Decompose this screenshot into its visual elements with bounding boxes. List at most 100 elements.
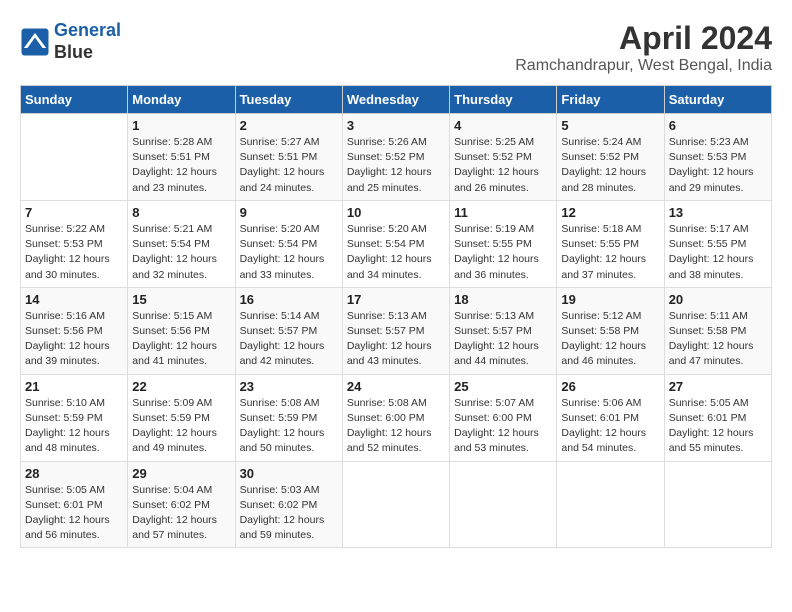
calendar-week-row: 21 Sunrise: 5:10 AMSunset: 5:59 PMDayligh…: [21, 374, 772, 461]
day-info: Sunrise: 5:28 AMSunset: 5:51 PMDaylight:…: [132, 135, 230, 196]
day-info: Sunrise: 5:03 AMSunset: 6:02 PMDaylight:…: [240, 483, 338, 544]
calendar-cell: 6Sunrise: 5:23 AMSunset: 5:53 PMDaylight…: [664, 114, 771, 201]
weekday-row: SundayMondayTuesdayWednesdayThursdayFrid…: [21, 86, 772, 114]
day-number: 22: [132, 379, 230, 394]
day-info: Sunrise: 5:06 AMSunset: 6:01 PMDaylight:…: [561, 396, 659, 457]
day-number: 18: [454, 292, 552, 307]
day-number: 7: [25, 205, 123, 220]
day-info: Sunrise: 5:18 AMSunset: 5:55 PMDaylight:…: [561, 222, 659, 283]
day-number: 8: [132, 205, 230, 220]
weekday-header: Friday: [557, 86, 664, 114]
calendar-cell: 15 Sunrise: 5:15 AMSunset: 5:56 PMDayligh…: [128, 287, 235, 374]
day-number: 29: [132, 466, 230, 481]
day-info: Sunrise: 5:20 AMSunset: 5:54 PMDaylight:…: [240, 222, 338, 283]
day-info: Sunrise: 5:09 AMSunset: 5:59 PMDaylight:…: [132, 396, 230, 457]
day-number: 14: [25, 292, 123, 307]
day-info: Sunrise: 5:08 AMSunset: 6:00 PMDaylight:…: [347, 396, 445, 457]
day-number: 28: [25, 466, 123, 481]
month-year: April 2024: [515, 20, 772, 57]
calendar-cell: 26 Sunrise: 5:06 AMSunset: 6:01 PMDayligh…: [557, 374, 664, 461]
calendar-cell: 16Sunrise: 5:14 AMSunset: 5:57 PMDayligh…: [235, 287, 342, 374]
calendar-cell: 18 Sunrise: 5:13 AMSunset: 5:57 PMDayligh…: [450, 287, 557, 374]
day-info: Sunrise: 5:11 AMSunset: 5:58 PMDaylight:…: [669, 309, 767, 370]
calendar-week-row: 14 Sunrise: 5:16 AMSunset: 5:56 PMDayligh…: [21, 287, 772, 374]
day-info: Sunrise: 5:05 AMSunset: 6:01 PMDaylight:…: [669, 396, 767, 457]
calendar-cell: 23 Sunrise: 5:08 AMSunset: 5:59 PMDayligh…: [235, 374, 342, 461]
day-number: 11: [454, 205, 552, 220]
day-number: 4: [454, 118, 552, 133]
day-number: 27: [669, 379, 767, 394]
day-info: Sunrise: 5:07 AMSunset: 6:00 PMDaylight:…: [454, 396, 552, 457]
logo-text: General Blue: [54, 20, 121, 63]
day-info: Sunrise: 5:21 AMSunset: 5:54 PMDaylight:…: [132, 222, 230, 283]
day-info: Sunrise: 5:17 AMSunset: 5:55 PMDaylight:…: [669, 222, 767, 283]
calendar-table: SundayMondayTuesdayWednesdayThursdayFrid…: [20, 85, 772, 548]
day-number: 13: [669, 205, 767, 220]
day-info: Sunrise: 5:12 AMSunset: 5:58 PMDaylight:…: [561, 309, 659, 370]
day-info: Sunrise: 5:25 AMSunset: 5:52 PMDaylight:…: [454, 135, 552, 196]
weekday-header: Saturday: [664, 86, 771, 114]
calendar-header: SundayMondayTuesdayWednesdayThursdayFrid…: [21, 86, 772, 114]
day-info: Sunrise: 5:24 AMSunset: 5:52 PMDaylight:…: [561, 135, 659, 196]
day-info: Sunrise: 5:10 AMSunset: 5:59 PMDaylight:…: [25, 396, 123, 457]
calendar-cell: [21, 114, 128, 201]
calendar-cell: 1 Sunrise: 5:28 AMSunset: 5:51 PMDaylight…: [128, 114, 235, 201]
calendar-cell: 17Sunrise: 5:13 AMSunset: 5:57 PMDayligh…: [342, 287, 449, 374]
day-number: 10: [347, 205, 445, 220]
calendar-week-row: 7 Sunrise: 5:22 AMSunset: 5:53 PMDaylight…: [21, 200, 772, 287]
calendar-cell: 19Sunrise: 5:12 AMSunset: 5:58 PMDayligh…: [557, 287, 664, 374]
day-info: Sunrise: 5:26 AMSunset: 5:52 PMDaylight:…: [347, 135, 445, 196]
day-number: 17: [347, 292, 445, 307]
calendar-cell: 2Sunrise: 5:27 AMSunset: 5:51 PMDaylight…: [235, 114, 342, 201]
weekday-header: Tuesday: [235, 86, 342, 114]
day-number: 23: [240, 379, 338, 394]
calendar-cell: 13 Sunrise: 5:17 AMSunset: 5:55 PMDayligh…: [664, 200, 771, 287]
day-info: Sunrise: 5:16 AMSunset: 5:56 PMDaylight:…: [25, 309, 123, 370]
calendar-cell: 5Sunrise: 5:24 AMSunset: 5:52 PMDaylight…: [557, 114, 664, 201]
calendar-cell: 21 Sunrise: 5:10 AMSunset: 5:59 PMDayligh…: [21, 374, 128, 461]
calendar-cell: [342, 461, 449, 548]
calendar-cell: 9Sunrise: 5:20 AMSunset: 5:54 PMDaylight…: [235, 200, 342, 287]
calendar-cell: 14 Sunrise: 5:16 AMSunset: 5:56 PMDayligh…: [21, 287, 128, 374]
calendar-cell: 7 Sunrise: 5:22 AMSunset: 5:53 PMDaylight…: [21, 200, 128, 287]
calendar-cell: [664, 461, 771, 548]
calendar-cell: 11 Sunrise: 5:19 AMSunset: 5:55 PMDayligh…: [450, 200, 557, 287]
day-info: Sunrise: 5:23 AMSunset: 5:53 PMDaylight:…: [669, 135, 767, 196]
logo-line1: General: [54, 20, 121, 40]
day-info: Sunrise: 5:19 AMSunset: 5:55 PMDaylight:…: [454, 222, 552, 283]
calendar-cell: 25 Sunrise: 5:07 AMSunset: 6:00 PMDayligh…: [450, 374, 557, 461]
calendar-week-row: 28 Sunrise: 5:05 AMSunset: 6:01 PMDayligh…: [21, 461, 772, 548]
day-info: Sunrise: 5:14 AMSunset: 5:57 PMDaylight:…: [240, 309, 338, 370]
weekday-header: Wednesday: [342, 86, 449, 114]
weekday-header: Monday: [128, 86, 235, 114]
day-info: Sunrise: 5:15 AMSunset: 5:56 PMDaylight:…: [132, 309, 230, 370]
calendar-cell: 27 Sunrise: 5:05 AMSunset: 6:01 PMDayligh…: [664, 374, 771, 461]
title-block: April 2024 Ramchandrapur, West Bengal, I…: [515, 20, 772, 75]
weekday-header: Sunday: [21, 86, 128, 114]
calendar-cell: 28 Sunrise: 5:05 AMSunset: 6:01 PMDayligh…: [21, 461, 128, 548]
day-number: 21: [25, 379, 123, 394]
day-number: 24: [347, 379, 445, 394]
day-info: Sunrise: 5:22 AMSunset: 5:53 PMDaylight:…: [25, 222, 123, 283]
day-number: 20: [669, 292, 767, 307]
day-number: 25: [454, 379, 552, 394]
calendar-cell: 4 Sunrise: 5:25 AMSunset: 5:52 PMDaylight…: [450, 114, 557, 201]
day-number: 2: [240, 118, 338, 133]
calendar-cell: 20 Sunrise: 5:11 AMSunset: 5:58 PMDayligh…: [664, 287, 771, 374]
calendar-week-row: 1 Sunrise: 5:28 AMSunset: 5:51 PMDaylight…: [21, 114, 772, 201]
day-info: Sunrise: 5:08 AMSunset: 5:59 PMDaylight:…: [240, 396, 338, 457]
location: Ramchandrapur, West Bengal, India: [515, 57, 772, 75]
calendar-cell: 24 Sunrise: 5:08 AMSunset: 6:00 PMDayligh…: [342, 374, 449, 461]
day-number: 26: [561, 379, 659, 394]
calendar-cell: [450, 461, 557, 548]
calendar-cell: 30Sunrise: 5:03 AMSunset: 6:02 PMDayligh…: [235, 461, 342, 548]
day-number: 15: [132, 292, 230, 307]
day-info: Sunrise: 5:13 AMSunset: 5:57 PMDaylight:…: [454, 309, 552, 370]
day-number: 1: [132, 118, 230, 133]
weekday-header: Thursday: [450, 86, 557, 114]
logo-icon: [20, 27, 50, 57]
calendar-cell: 29Sunrise: 5:04 AMSunset: 6:02 PMDayligh…: [128, 461, 235, 548]
calendar-cell: 12Sunrise: 5:18 AMSunset: 5:55 PMDayligh…: [557, 200, 664, 287]
calendar-cell: 8 Sunrise: 5:21 AMSunset: 5:54 PMDaylight…: [128, 200, 235, 287]
day-info: Sunrise: 5:05 AMSunset: 6:01 PMDaylight:…: [25, 483, 123, 544]
